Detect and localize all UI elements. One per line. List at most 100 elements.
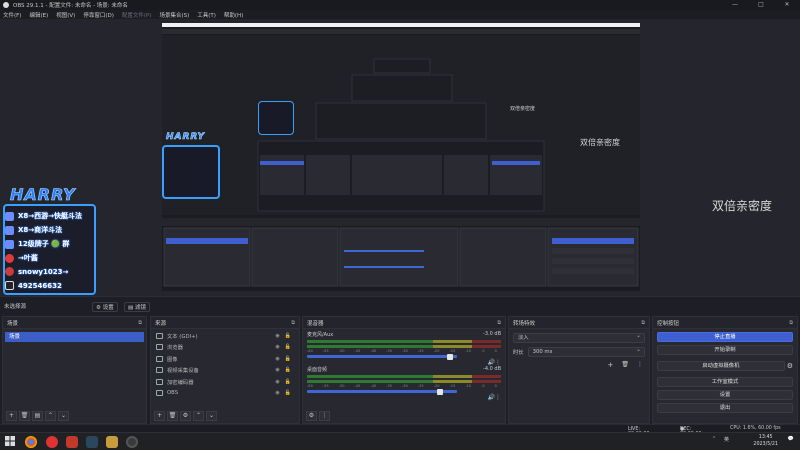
gear-icon[interactable]: ⚙ (787, 362, 793, 370)
mixer-settings-button[interactable]: ⚙ (306, 411, 317, 421)
close-button[interactable]: ✕ (774, 0, 800, 10)
visibility-eye-icon[interactable]: ◉ (275, 379, 279, 385)
virtual-camera-button[interactable]: 启动虚拟摄像机 (657, 361, 785, 371)
remove-transition-button[interactable]: 🗑 (621, 361, 629, 369)
slider-handle[interactable] (447, 353, 453, 360)
text-icon (156, 332, 163, 339)
source-item[interactable]: 浏览器 ◉ 🔓 (151, 342, 299, 352)
remove-scene-button[interactable]: 🗑 (19, 411, 30, 421)
lock-icon[interactable]: 🔓 (285, 333, 291, 339)
overlay-card-tiny (258, 101, 294, 135)
status-bar: ▭ LIVE: 00:00:00 ● REC: 00:00:00 CPU: 1.… (0, 424, 800, 437)
meter-ticks: -60 -55 -50 -45 -40 -35 -30 -25 -20 -15 -10 -5 0 (307, 349, 497, 353)
move-down-button[interactable]: ⌄ (206, 411, 217, 421)
stop-streaming-button[interactable]: 停止直播 (657, 332, 793, 342)
dock-float-icon[interactable]: ⧉ (641, 320, 645, 326)
start-recording-button[interactable]: 开始录制 (657, 345, 793, 355)
menu-scene-collection[interactable]: 场景集合(S) (159, 11, 189, 19)
overlay-line: X8→西游→快艇斗法 (5, 211, 82, 221)
tray-expand-icon[interactable]: ⌃ (712, 436, 716, 442)
menu-profile[interactable]: 配置文件(P) (122, 11, 152, 19)
scene-filters-button[interactable]: ▤ (32, 411, 43, 421)
source-item[interactable]: OBS ◉ 🔓 (151, 388, 299, 398)
source-item[interactable]: 视频采集设备 ◉ 🔓 (151, 365, 299, 375)
notification-icon[interactable]: 💬 (788, 436, 794, 442)
settings-button[interactable]: 设置 (657, 390, 793, 400)
studio-mode-button[interactable]: 工作室模式 (657, 377, 793, 387)
add-transition-button[interactable]: + (608, 361, 614, 369)
nested-obs-capture (162, 23, 640, 291)
window-titlebar: OBS 29.1.1 - 配置文件: 未命名 - 场景: 未命名 — □ ✕ (0, 0, 800, 10)
source-item[interactable]: 文本 (GDI+) ◉ 🔓 (151, 331, 299, 341)
overlay-logo: HARRY (10, 185, 76, 205)
scenes-dock: 场景 ⧉ 场景 + 🗑 ▤ ⌃ ⌄ (2, 316, 147, 424)
visibility-eye-icon[interactable]: ◉ (275, 356, 279, 362)
dock-float-icon[interactable]: ⧉ (497, 320, 501, 326)
source-filters-button[interactable]: ▤ 滤镜 (124, 302, 150, 312)
maximize-button[interactable]: □ (748, 0, 774, 10)
game-icon[interactable] (106, 436, 118, 448)
dock-float-icon[interactable]: ⧉ (138, 320, 142, 326)
visibility-eye-icon[interactable]: ◉ (275, 390, 279, 396)
source-properties-button[interactable]: ⚙ 设置 (92, 302, 118, 312)
add-source-button[interactable]: + (154, 411, 165, 421)
lock-icon[interactable]: 🔓 (285, 367, 291, 373)
transition-options-icon[interactable]: ⋮ (637, 361, 643, 369)
exit-button[interactable]: 退出 (657, 403, 793, 413)
menu-help[interactable]: 帮助(H) (224, 11, 243, 19)
move-up-button[interactable]: ⌃ (193, 411, 204, 421)
menu-docks[interactable]: 停靠窗口(D) (83, 11, 114, 19)
menu-edit[interactable]: 编辑(E) (29, 11, 48, 19)
dock-float-icon[interactable]: ⧉ (789, 320, 793, 326)
overlay-line: snowy1023→ (5, 267, 68, 276)
menu-tools[interactable]: 工具(T) (197, 11, 216, 19)
more-options-icon[interactable]: ⋮ (495, 394, 501, 401)
visibility-eye-icon[interactable]: ◉ (275, 344, 279, 350)
source-item[interactable]: 图像 ◉ 🔓 (151, 354, 299, 364)
netease-music-icon[interactable] (46, 436, 58, 448)
app-icon[interactable] (66, 436, 78, 448)
lock-icon[interactable]: 🔓 (285, 344, 291, 350)
lock-icon[interactable]: 🔓 (285, 356, 291, 362)
duration-input[interactable]: 300 ms (527, 346, 645, 357)
minimize-button[interactable]: — (722, 0, 748, 10)
dock-float-icon[interactable]: ⧉ (291, 320, 295, 326)
preview-canvas[interactable]: HARRY HARRY X8→西游→快艇斗法 X8→商洋斗法 12级牌子 🟢 群… (0, 19, 800, 296)
mixer-menu-button[interactable]: ⋮ (319, 411, 330, 421)
add-scene-button[interactable]: + (6, 411, 17, 421)
overlay-line: 12级牌子 🟢 群 (5, 239, 69, 249)
taskbar-clock[interactable]: 13:45 2023/5/21 (753, 435, 778, 448)
volume-slider[interactable] (307, 353, 457, 360)
move-down-button[interactable]: ⌄ (58, 411, 69, 421)
ime-indicator[interactable]: 英 (724, 436, 729, 443)
window-title: OBS 29.1.1 - 配置文件: 未命名 - 场景: 未命名 (13, 3, 128, 9)
scene-item[interactable]: 场景 (5, 332, 144, 342)
no-source-label: 未选择源 (4, 304, 27, 310)
transition-select[interactable]: 淡入 (513, 332, 645, 343)
lock-icon[interactable]: 🔓 (285, 379, 291, 385)
volume-meter (307, 340, 501, 343)
source-item[interactable]: 加密编码器 ◉ 🔓 (151, 377, 299, 387)
overlay-logo-small: HARRY (166, 132, 206, 143)
scenes-title: 场景 (7, 320, 19, 327)
steam-icon[interactable] (86, 436, 98, 448)
obs-taskbar-icon[interactable] (126, 436, 138, 448)
menu-view[interactable]: 视图(V) (56, 11, 75, 19)
remove-source-button[interactable]: 🗑 (167, 411, 178, 421)
speaker-icon[interactable]: 🔊 (488, 394, 495, 401)
overlay-card-small (162, 145, 220, 199)
move-up-button[interactable]: ⌃ (45, 411, 56, 421)
lock-icon[interactable]: 🔓 (285, 390, 291, 396)
windows-start-icon[interactable] (5, 436, 17, 448)
meter-ticks: -60 -55 -50 -45 -40 -35 -30 -25 -20 -15 -10 -5 0 (307, 384, 497, 388)
recursive-preview-graphic (162, 23, 640, 291)
source-settings-button[interactable]: ⚙ (180, 411, 191, 421)
chrome-icon[interactable] (25, 436, 37, 448)
volume-slider[interactable] (307, 388, 457, 395)
obs-logo-icon (3, 2, 9, 8)
slider-handle[interactable] (437, 388, 443, 395)
visibility-eye-icon[interactable]: ◉ (275, 333, 279, 339)
visibility-eye-icon[interactable]: ◉ (275, 367, 279, 373)
overlay-text-medium: 双倍亲密度 (580, 138, 620, 147)
menu-file[interactable]: 文件(F) (3, 11, 21, 19)
